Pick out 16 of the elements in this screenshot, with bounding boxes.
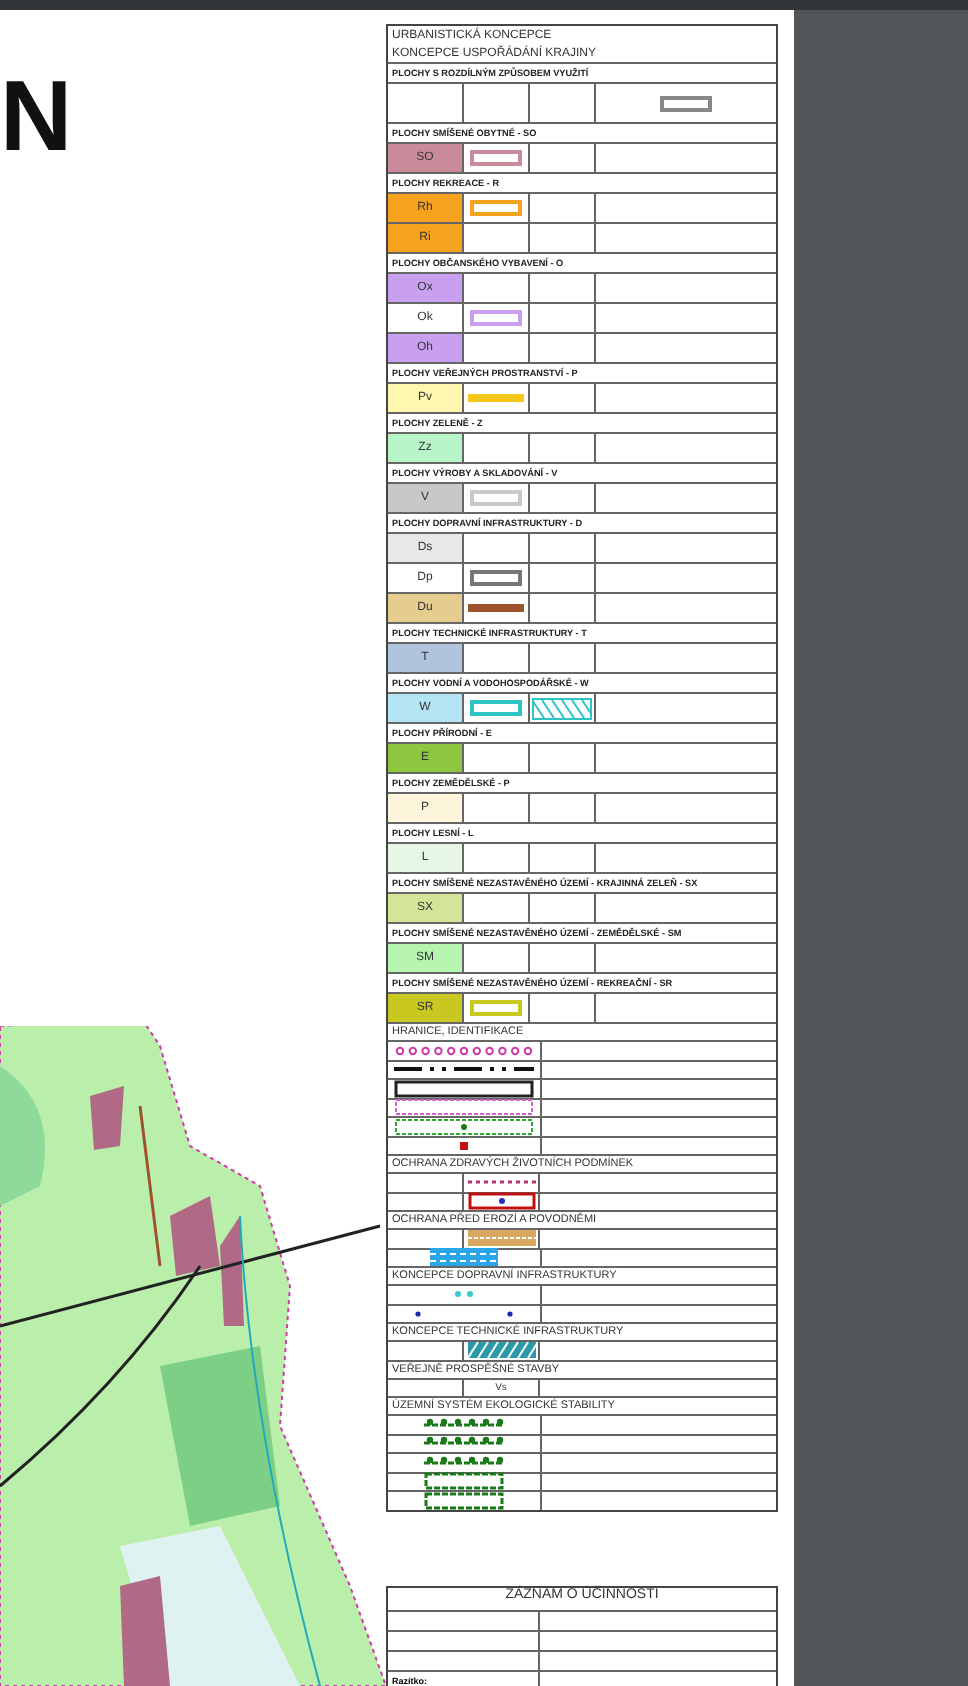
box-icon — [660, 95, 712, 111]
frame-icon — [394, 1079, 534, 1098]
dotted-line-icon — [467, 1178, 535, 1187]
hatched-area-icon — [532, 697, 592, 719]
hatched-area-icon — [467, 1230, 535, 1247]
frame-icon — [467, 1192, 535, 1211]
dashed-frame-icon — [394, 1117, 534, 1136]
wave-pattern-icon — [430, 1248, 498, 1267]
dotted-line-icon — [394, 1041, 534, 1060]
dashed-frame-icon — [394, 1098, 534, 1117]
dots-icon — [414, 1309, 514, 1318]
dots-icon — [454, 1290, 474, 1299]
frame-icon — [424, 1491, 504, 1510]
frame-icon — [424, 1472, 504, 1491]
map-title: N — [0, 66, 73, 166]
hatched-area-icon — [467, 1342, 535, 1359]
